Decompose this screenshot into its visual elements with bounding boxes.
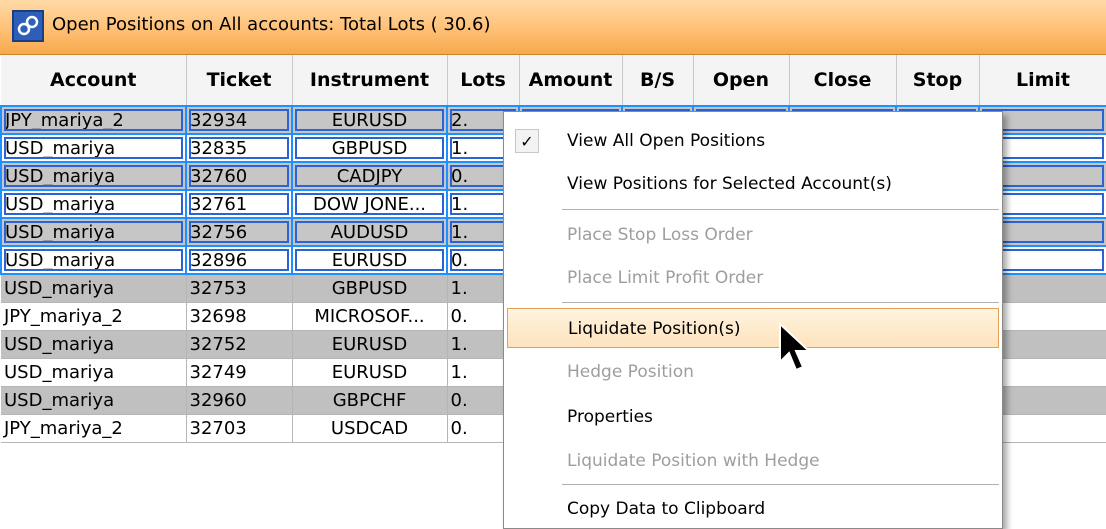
cell-account: USD_mariya [1, 274, 187, 303]
cell-ticket: 32760 [185, 161, 293, 191]
menu-item-label: Properties [567, 407, 653, 427]
cell-ticket: 32756 [185, 217, 293, 247]
cell-ticket: 32698 [186, 302, 293, 331]
cell-account: USD_mariya [0, 217, 187, 247]
link-chain-icon [12, 10, 44, 42]
cell-account: JPY_mariya_2 [1, 302, 187, 331]
column-header-open[interactable]: Open [693, 55, 790, 107]
cell-account: USD_mariya [0, 133, 187, 163]
cell-ticket: 32896 [185, 245, 293, 275]
cell-instrument: GBPCHF [292, 386, 448, 415]
cell-instrument: EURUSD [291, 245, 448, 275]
cell-instrument: DOW JONE... [291, 189, 448, 219]
menu-item-place-limit-profit-order[interactable]: Place Limit Profit Order [507, 258, 999, 298]
arrow-cursor-icon [778, 321, 818, 382]
column-header-bs[interactable]: B/S [622, 55, 694, 107]
column-header-amount[interactable]: Amount [519, 55, 623, 107]
column-header-instrument[interactable]: Instrument [292, 55, 448, 107]
cell-ticket: 32934 [185, 105, 293, 135]
context-menu: ✓ View All Open Positions View Positions… [503, 111, 1003, 529]
menu-item-label: Copy Data to Clipboard [567, 499, 766, 519]
menu-item-properties[interactable]: Properties [507, 397, 999, 437]
cell-instrument: USDCAD [292, 414, 448, 443]
menu-item-label: Liquidate Position with Hedge [567, 451, 820, 471]
cell-ticket: 32749 [186, 358, 293, 387]
cell-instrument: GBPUSD [291, 133, 448, 163]
window-title: Open Positions on All accounts: Total Lo… [52, 14, 491, 35]
cell-account: USD_mariya [1, 386, 187, 415]
menu-item-label: View Positions for Selected Account(s) [567, 174, 892, 194]
menu-item-label: Place Stop Loss Order [567, 225, 753, 245]
menu-item-view-positions-selected-accounts[interactable]: View Positions for Selected Account(s) [507, 164, 999, 204]
cell-ticket: 32752 [186, 330, 293, 359]
table-header-row: Account Ticket Instrument Lots Amount B/… [1, 55, 1106, 107]
menu-item-place-stop-loss-order[interactable]: Place Stop Loss Order [507, 215, 999, 255]
menu-item-label: Hedge Position [567, 362, 694, 382]
cell-account: JPY_mariya_2 [0, 105, 187, 135]
menu-separator [562, 209, 999, 210]
cell-instrument: CADJPY [291, 161, 448, 191]
column-header-stop[interactable]: Stop [896, 55, 980, 107]
cell-account: USD_mariya [0, 245, 187, 275]
menu-item-liquidate-position-with-hedge[interactable]: Liquidate Position with Hedge [507, 441, 999, 481]
cell-instrument: AUDUSD [291, 217, 448, 247]
cell-instrument: EURUSD [292, 330, 448, 359]
cell-ticket: 32761 [185, 189, 293, 219]
cell-ticket: 32753 [186, 274, 293, 303]
column-header-ticket[interactable]: Ticket [186, 55, 293, 107]
cell-account: USD_mariya [0, 189, 187, 219]
cell-instrument: EURUSD [292, 358, 448, 387]
column-header-account[interactable]: Account [1, 55, 187, 107]
checkmark-icon: ✓ [515, 129, 539, 153]
column-header-lots[interactable]: Lots [447, 55, 520, 107]
cell-instrument: EURUSD [291, 105, 448, 135]
cell-account: USD_mariya [1, 330, 187, 359]
cell-instrument: GBPUSD [292, 274, 448, 303]
window-title-bar: Open Positions on All accounts: Total Lo… [0, 0, 1106, 55]
cell-account: USD_mariya [1, 358, 187, 387]
cell-ticket: 32960 [186, 386, 293, 415]
cell-account: USD_mariya [0, 161, 187, 191]
cell-instrument: MICROSOF... [292, 302, 448, 331]
column-header-close[interactable]: Close [789, 55, 897, 107]
menu-item-label: Liquidate Position(s) [568, 319, 741, 339]
menu-separator [562, 302, 999, 303]
menu-item-view-all-open-positions[interactable]: ✓ View All Open Positions [507, 121, 999, 161]
cell-ticket: 32703 [186, 414, 293, 443]
column-header-limit[interactable]: Limit [979, 55, 1106, 107]
menu-item-label: Place Limit Profit Order [567, 268, 764, 288]
menu-separator [562, 484, 999, 485]
cell-account: JPY_mariya_2 [1, 414, 187, 443]
menu-item-label: View All Open Positions [567, 131, 766, 151]
menu-item-liquidate-positions[interactable]: Liquidate Position(s) [507, 308, 999, 348]
cell-ticket: 32835 [185, 133, 293, 163]
menu-item-copy-data-to-clipboard[interactable]: Copy Data to Clipboard [507, 489, 999, 529]
menu-item-hedge-position[interactable]: Hedge Position [507, 352, 999, 392]
